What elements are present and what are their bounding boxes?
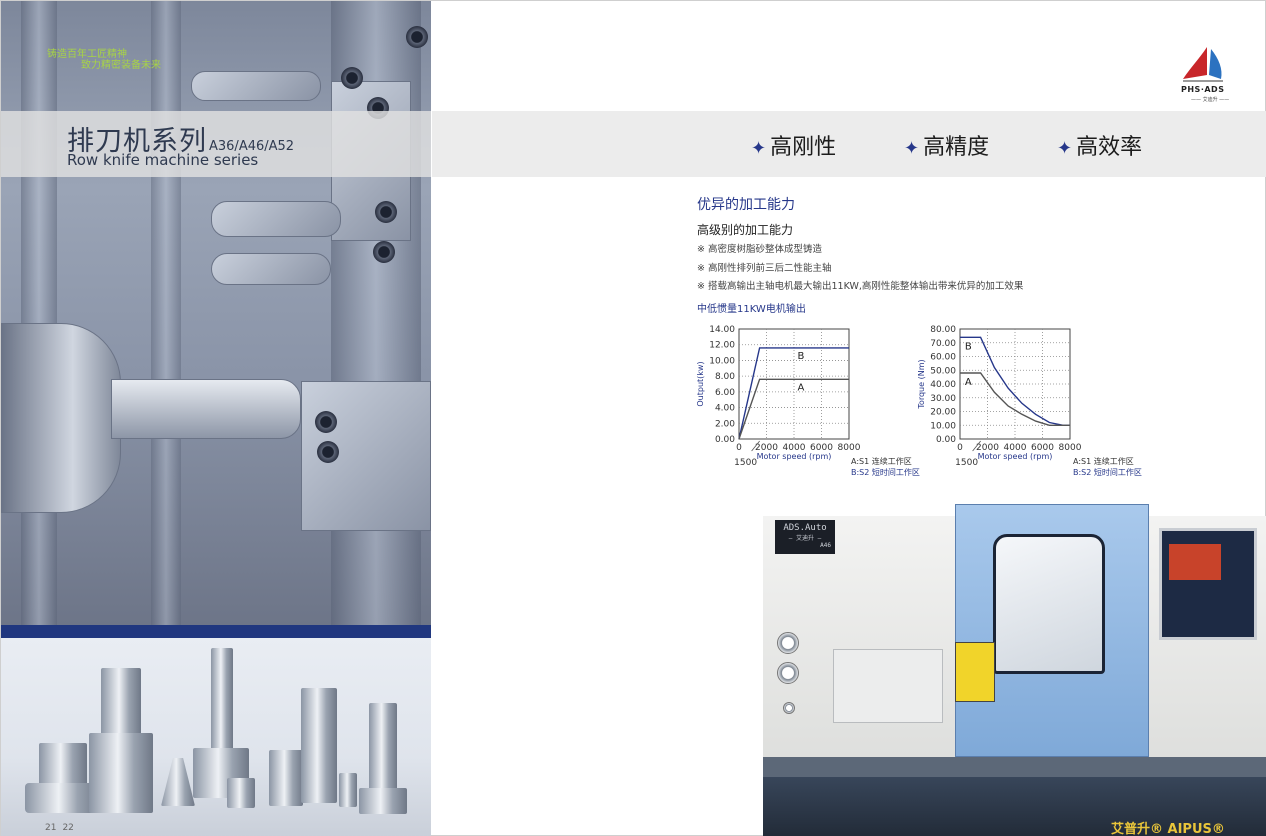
machine-base-strip [763, 757, 1266, 777]
series-label-a: A [965, 377, 972, 388]
torque-chart-legend: A:S1 连续工作区 B:S2 短时间工作区 [1073, 456, 1142, 478]
brochure-page: 铸造百年工匠精神 致力精密装备未来 排刀机系列 A36/A46/A52 Row k… [0, 0, 1266, 836]
y-axis-label: Torque (Nm) [917, 359, 926, 409]
feature-label: 高效率 [1076, 135, 1143, 160]
machine-nameplate: ADS.Auto — 艾迪升 — A46 [775, 520, 835, 554]
series-label-b: B [965, 341, 972, 352]
star-icon: ✦ [751, 138, 767, 159]
nameplate-line-3: A46 [820, 542, 831, 549]
x-tick-label: 0 [736, 443, 742, 453]
y-tick-label: 8.00 [715, 372, 735, 382]
feature-label: 高刚性 [770, 135, 837, 160]
logo-sub: —— 艾迪升 —— [1191, 97, 1230, 103]
y-tick-label: 0.00 [715, 435, 735, 445]
y-tick-label: 20.00 [930, 408, 956, 418]
page-numbers: 21 22 [45, 823, 80, 833]
y-tick-label: 50.00 [930, 366, 956, 376]
y-tick-label: 10.00 [709, 356, 735, 366]
slogan-line-2: 致力精密装备未来 [81, 60, 161, 71]
feature-rigidity: ✦ 高刚性 [751, 129, 836, 161]
feature-label: 高精度 [923, 135, 990, 160]
bullet-2: ※ 高刚性排列前三后二性能主轴 [697, 263, 832, 274]
page-number-right: 22 [62, 823, 74, 833]
y-tick-label: 70.00 [930, 339, 956, 349]
x-axis-label: Motor speed (rpm) [978, 452, 1053, 461]
output-chart-legend: A:S1 连续工作区 B:S2 短时间工作区 [851, 456, 920, 478]
y-tick-label: 40.00 [930, 380, 956, 390]
series-label-b: B [797, 351, 804, 362]
feature-efficiency: ✦ 高效率 [1057, 129, 1142, 161]
y-tick-label: 30.00 [930, 394, 956, 404]
y-tick-label: 6.00 [715, 388, 735, 398]
slogan: 铸造百年工匠精神 致力精密装备未来 [47, 49, 161, 71]
y-axis-label: Output(kw) [696, 361, 705, 406]
legend-b: B:S2 短时间工作区 [1073, 468, 1142, 477]
x-tick-label: 0 [957, 443, 963, 453]
feature-precision: ✦ 高精度 [904, 129, 989, 161]
lathe-machine-image: ADS.Auto — 艾迪升 — A46 艾普升® AIPUS® [763, 504, 1266, 836]
y-tick-label: 4.00 [715, 404, 735, 414]
bullet-3: ※ 搭载高输出主轴电机最大输出11KW,高刚性能整体输出带来优异的加工效果 [697, 281, 1024, 292]
machine-window [993, 534, 1105, 674]
section-heading: 优异的加工能力 [697, 197, 795, 213]
warning-sign [955, 642, 995, 702]
logo-brand: PHS·ADS [1181, 85, 1225, 94]
x-axis-label: Motor speed (rpm) [757, 452, 832, 461]
y-tick-label: 12.00 [709, 341, 735, 351]
star-icon: ✦ [904, 138, 920, 159]
annotation-label: 1500 [734, 458, 757, 468]
slogan-line-1: 铸造百年工匠精神 [47, 49, 127, 60]
x-tick-label: 8000 [838, 443, 861, 453]
control-screen [1169, 544, 1221, 580]
x-tick-label: 8000 [1059, 443, 1082, 453]
legend-b: B:S2 短时间工作区 [851, 468, 920, 477]
legend-a: A:S1 连续工作区 [1073, 457, 1134, 466]
sub-heading: 高级别的加工能力 [697, 223, 794, 237]
y-tick-label: 0.00 [936, 435, 956, 445]
bullet-1: ※ 高密度树脂砂整体成型铸造 [697, 244, 822, 255]
chart-section-title: 中低惯量11KW电机输出 [697, 304, 806, 315]
y-tick-label: 14.00 [709, 325, 735, 335]
sail-logo-icon [1183, 47, 1223, 82]
pressure-gauge-icon [777, 632, 799, 654]
nameplate-line-2: — 艾迪升 — [788, 535, 822, 542]
pressure-gauge-icon [777, 662, 799, 684]
knob-icon [783, 702, 795, 714]
y-tick-label: 60.00 [930, 353, 956, 363]
nameplate-line-1: ADS.Auto [783, 523, 827, 533]
machine-brand: 艾普升® AIPUS® [1111, 822, 1225, 836]
divider-bar [1, 625, 431, 638]
parts-photo [1, 638, 431, 836]
star-icon: ✦ [1057, 138, 1073, 159]
page-number-left: 21 [45, 823, 57, 833]
y-tick-label: 10.00 [930, 421, 956, 431]
y-tick-label: 2.00 [715, 419, 735, 429]
brand-logo: PHS·ADS —— 艾迪升 —— [1177, 45, 1239, 103]
y-tick-label: 80.00 [930, 325, 956, 335]
access-hatch [833, 649, 943, 723]
machining-photo [1, 1, 431, 625]
series-title-en: Row knife machine series [67, 151, 259, 169]
legend-a: A:S1 连续工作区 [851, 457, 912, 466]
annotation-label: 1500 [955, 458, 978, 468]
series-line-a [738, 378, 849, 440]
series-label-a: A [797, 382, 804, 393]
